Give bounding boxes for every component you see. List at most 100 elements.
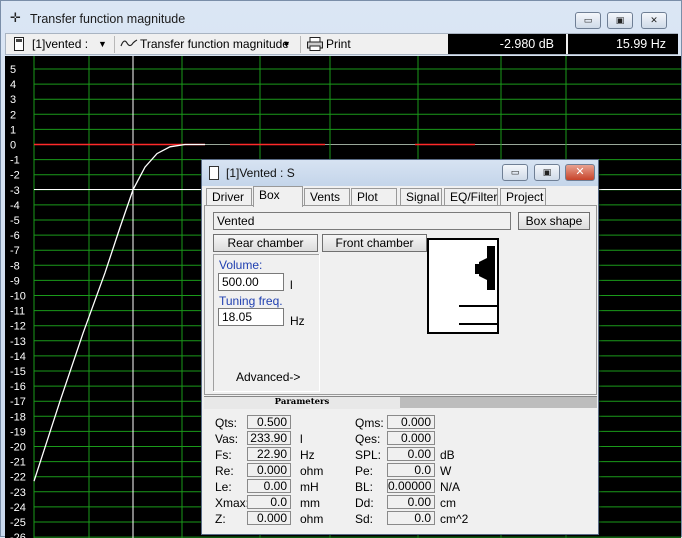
param-label: Qts: [215, 416, 238, 430]
tab-eq-filter[interactable]: EQ/Filter [444, 188, 498, 206]
param-unit: ohm [300, 512, 324, 526]
toolbar: [1]vented : ▼ Transfer function magnitud… [5, 33, 678, 55]
param-value: 0.0 [387, 463, 435, 477]
param-value: 22.90 [247, 447, 291, 461]
window-title: Transfer function magnitude [30, 12, 186, 26]
y-tick-label: -12 [10, 321, 26, 333]
param-label: Le: [215, 480, 232, 494]
y-tick-label: -1 [10, 155, 20, 167]
param-value: 0.00 [387, 495, 435, 509]
param-unit: mm [300, 496, 320, 510]
y-tick-label: 5 [10, 64, 16, 76]
box-diagram [427, 238, 499, 334]
speaker-icon [459, 246, 497, 325]
close-button[interactable]: ✕ [641, 12, 667, 29]
param-value: 0.000 [387, 431, 435, 445]
tab-plot[interactable]: Plot [351, 188, 397, 206]
param-label: Z: [215, 512, 226, 526]
param-label: Vas: [215, 432, 239, 446]
param-label: Sd: [355, 512, 374, 526]
param-unit: W [440, 464, 452, 478]
driver-box-dialog: [1]Vented : S ▭ ▣ ✕ Driver Box Vents Plo… [201, 159, 599, 535]
param-label: Pe: [355, 464, 374, 478]
y-tick-label: 1 [10, 124, 16, 136]
y-tick-label: 3 [10, 94, 16, 106]
box-shape-button[interactable]: Box shape [518, 212, 590, 230]
view-select[interactable]: Transfer function magnitude [140, 37, 289, 51]
toolbar-divider [114, 36, 115, 53]
y-tick-label: 4 [10, 79, 16, 91]
tab-driver[interactable]: Driver [206, 188, 252, 206]
y-tick-label: 0 [10, 140, 16, 152]
param-value: 0.00 [387, 447, 435, 461]
param-label: BL: [355, 480, 374, 494]
y-tick-label: -15 [10, 366, 26, 378]
param-value: 0.00000 [387, 479, 435, 493]
main-window: ✛ Transfer function magnitude ▭ ▣ ✕ [1]v… [0, 0, 682, 538]
param-label: Qms: [355, 416, 384, 430]
y-tick-label: -25 [10, 517, 26, 529]
parameters-tab[interactable]: Parameters [204, 397, 400, 409]
volume-label: Volume: [219, 258, 263, 272]
dialog-minimize-button[interactable]: ▭ [502, 164, 528, 181]
y-tick-label: -3 [10, 185, 20, 197]
tuning-input[interactable]: 18.05 [218, 308, 284, 326]
project-select[interactable]: [1]vented : [32, 37, 88, 51]
param-value: 0.00 [247, 479, 291, 493]
param-unit: ohm [300, 464, 324, 478]
y-tick-label: -13 [10, 336, 26, 348]
curve-icon [120, 37, 138, 52]
y-tick-label: -17 [10, 396, 26, 408]
box-type-field[interactable]: Vented [213, 212, 511, 230]
dialog-close-button[interactable]: ✕ [565, 164, 595, 181]
minimize-button[interactable]: ▭ [575, 12, 601, 29]
param-value: 0.000 [387, 415, 435, 429]
param-label: Xmax: [215, 496, 250, 510]
param-unit: dB [440, 448, 455, 462]
y-tick-label: -6 [10, 230, 20, 242]
chevron-down-icon[interactable]: ▼ [282, 37, 291, 51]
project-icon [14, 37, 24, 54]
title-bar: ✛ Transfer function magnitude ▭ ▣ ✕ [1, 1, 681, 33]
param-unit: cm^2 [440, 512, 469, 526]
tab-vents[interactable]: Vents [304, 188, 350, 206]
y-tick-label: -21 [10, 457, 26, 469]
dialog-title-bar: [1]Vented : S ▭ ▣ ✕ [202, 160, 598, 186]
y-tick-label: -10 [10, 291, 26, 303]
param-label: Fs: [215, 448, 232, 462]
y-tick-label: -4 [10, 200, 20, 212]
front-chamber-button[interactable]: Front chamber [322, 234, 427, 252]
param-unit: Hz [300, 448, 315, 462]
param-label: SPL: [355, 448, 382, 462]
project-icon [209, 166, 219, 180]
param-label: Qes: [355, 432, 381, 446]
tab-project[interactable]: Project [500, 188, 546, 206]
param-value: 0.500 [247, 415, 291, 429]
rear-chamber-button[interactable]: Rear chamber [213, 234, 318, 252]
param-value: 0.0 [247, 495, 291, 509]
param-unit: l [300, 432, 303, 446]
volume-input[interactable]: 500.00 [218, 273, 284, 291]
y-tick-label: -16 [10, 381, 26, 393]
y-tick-label: -26 [10, 532, 26, 538]
printer-icon[interactable] [307, 37, 323, 54]
dialog-maximize-button[interactable]: ▣ [534, 164, 560, 181]
dialog-title: [1]Vented : S [226, 166, 295, 180]
param-value: 233.90 [247, 431, 291, 445]
tab-box[interactable]: Box [253, 186, 303, 207]
y-tick-label: -19 [10, 426, 26, 438]
y-tick-label: -22 [10, 472, 26, 484]
param-label: Re: [215, 464, 234, 478]
y-tick-label: -9 [10, 275, 20, 287]
print-button[interactable]: Print [326, 37, 351, 51]
maximize-button[interactable]: ▣ [607, 12, 633, 29]
y-tick-label: -11 [10, 306, 25, 318]
hz-readout: 15.99 Hz [568, 34, 678, 54]
chevron-down-icon[interactable]: ▼ [98, 37, 107, 51]
y-tick-label: -24 [10, 502, 26, 514]
tab-signal[interactable]: Signal [400, 188, 442, 206]
advanced-link[interactable]: Advanced-> [236, 370, 300, 384]
y-tick-label: -20 [10, 442, 26, 454]
y-tick-label: -5 [10, 215, 20, 227]
y-tick-label: -7 [10, 245, 20, 257]
